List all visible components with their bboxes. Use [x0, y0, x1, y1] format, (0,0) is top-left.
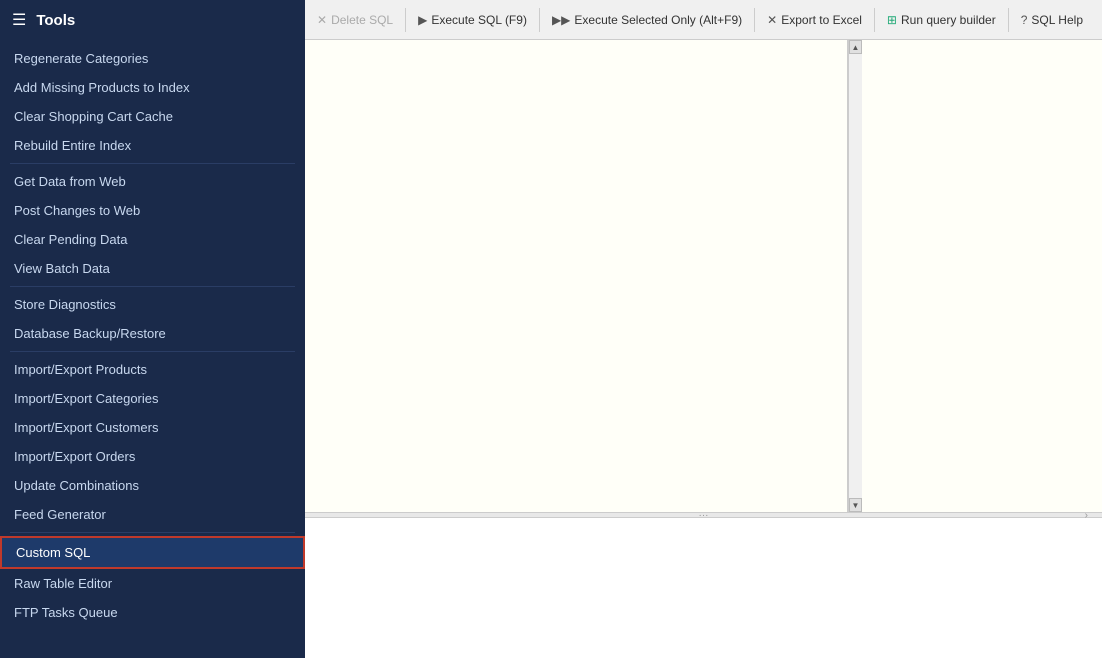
- toolbar-separator-2: [539, 8, 540, 32]
- execute-sql-icon: ▶: [418, 13, 427, 27]
- sql-editor[interactable]: [305, 40, 848, 512]
- export-excel-icon: ✕: [767, 13, 777, 27]
- sidebar-item-import-export-categories[interactable]: Import/Export Categories: [0, 384, 305, 413]
- menu-separator: [10, 286, 295, 287]
- sidebar-item-ftp-tasks-queue[interactable]: FTP Tasks Queue: [0, 598, 305, 627]
- toolbar-separator-4: [874, 8, 875, 32]
- sidebar-item-database-backup-restore[interactable]: Database Backup/Restore: [0, 319, 305, 348]
- editor-area: ▲ ▼: [305, 40, 1102, 512]
- toolbar: ✕ Delete SQL ▶ Execute SQL (F9) ▶▶ Execute Se…: [305, 0, 1102, 40]
- execute-selected-icon: ▶▶: [552, 13, 570, 27]
- toolbar-separator-1: [405, 8, 406, 32]
- export-excel-label: Export to Excel: [781, 13, 862, 27]
- sidebar-title: Tools: [36, 12, 75, 29]
- sql-result-panel: [862, 40, 1102, 512]
- menu-separator: [10, 163, 295, 164]
- sidebar-item-import-export-products[interactable]: Import/Export Products: [0, 355, 305, 384]
- run-query-builder-icon: ⊞: [887, 13, 897, 27]
- sidebar-item-rebuild-entire-index[interactable]: Rebuild Entire Index: [0, 131, 305, 160]
- sidebar-item-import-export-customers[interactable]: Import/Export Customers: [0, 413, 305, 442]
- sidebar-item-raw-table-editor[interactable]: Raw Table Editor: [0, 569, 305, 598]
- scroll-down-arrow[interactable]: ▼: [849, 498, 862, 512]
- sql-help-label: SQL Help: [1031, 13, 1083, 27]
- splitter-arrow: ›: [1085, 510, 1088, 521]
- sidebar-item-clear-shopping-cart[interactable]: Clear Shopping Cart Cache: [0, 102, 305, 131]
- toolbar-separator-5: [1008, 8, 1009, 32]
- sidebar-header: ☰ Tools: [0, 0, 305, 40]
- sidebar-item-store-diagnostics[interactable]: Store Diagnostics: [0, 290, 305, 319]
- toolbar-separator-3: [754, 8, 755, 32]
- sidebar-item-regenerate-categories[interactable]: Regenerate Categories: [0, 44, 305, 73]
- sidebar-item-view-batch-data[interactable]: View Batch Data: [0, 254, 305, 283]
- sidebar-item-clear-pending-data[interactable]: Clear Pending Data: [0, 225, 305, 254]
- execute-sql-label: Execute SQL (F9): [431, 13, 527, 27]
- delete-sql-button: ✕ Delete SQL: [309, 9, 401, 31]
- delete-sql-label: Delete SQL: [331, 13, 393, 27]
- scrollbar-vertical[interactable]: ▲ ▼: [848, 40, 862, 512]
- sidebar-menu: Regenerate CategoriesAdd Missing Product…: [0, 40, 305, 658]
- sidebar-item-add-missing-products[interactable]: Add Missing Products to Index: [0, 73, 305, 102]
- execute-selected-label: Execute Selected Only (Alt+F9): [574, 13, 742, 27]
- scroll-up-arrow[interactable]: ▲: [849, 40, 862, 54]
- content-area: ✕ Delete SQL ▶ Execute SQL (F9) ▶▶ Execute Se…: [305, 0, 1102, 658]
- menu-separator: [10, 532, 295, 533]
- run-query-builder-button[interactable]: ⊞ Run query builder: [879, 9, 1004, 31]
- sidebar-item-custom-sql[interactable]: Custom SQL: [0, 536, 305, 569]
- execute-sql-button[interactable]: ▶ Execute SQL (F9): [410, 9, 535, 31]
- sidebar: ☰ Tools Regenerate CategoriesAdd Missing…: [0, 0, 305, 658]
- export-excel-button[interactable]: ✕ Export to Excel: [759, 9, 870, 31]
- sidebar-item-post-changes-to-web[interactable]: Post Changes to Web: [0, 196, 305, 225]
- sidebar-item-get-data-from-web[interactable]: Get Data from Web: [0, 167, 305, 196]
- sql-output[interactable]: [305, 518, 1102, 658]
- execute-selected-button[interactable]: ▶▶ Execute Selected Only (Alt+F9): [544, 9, 750, 31]
- hamburger-icon[interactable]: ☰: [12, 10, 26, 30]
- menu-separator: [10, 351, 295, 352]
- run-query-builder-label: Run query builder: [901, 13, 996, 27]
- sidebar-item-import-export-orders[interactable]: Import/Export Orders: [0, 442, 305, 471]
- sql-help-icon: ?: [1021, 13, 1028, 27]
- sidebar-item-feed-generator[interactable]: Feed Generator: [0, 500, 305, 529]
- sidebar-item-update-combinations[interactable]: Update Combinations: [0, 471, 305, 500]
- sql-help-button[interactable]: ?SQL Help: [1013, 9, 1091, 31]
- delete-sql-icon: ✕: [317, 13, 327, 27]
